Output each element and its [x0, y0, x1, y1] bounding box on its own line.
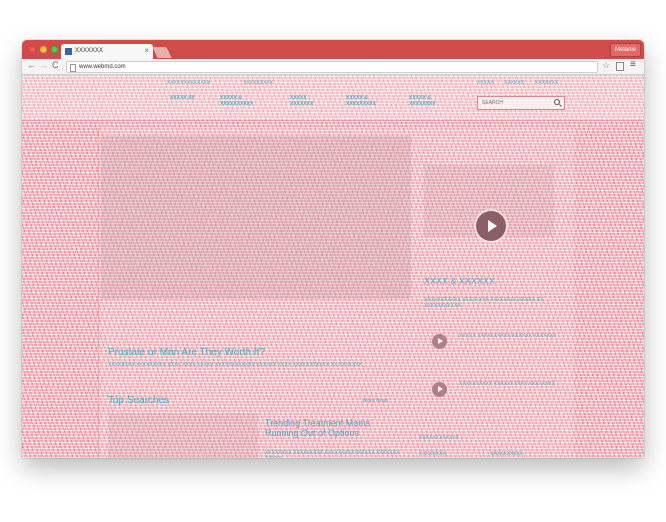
- video-play-icon[interactable]: [432, 382, 447, 397]
- top-link[interactable]: XXXXXXXXXXXXX: [167, 80, 210, 86]
- nav-item[interactable]: XXXXX & XXXXXXXX: [409, 95, 447, 107]
- more-news-link[interactable]: More News: [363, 398, 388, 404]
- page-icon: [70, 64, 76, 72]
- news-subtitle: XXXXXXXX XXXXXXXXX XXXXXXXXXXXXXXX XXXXX…: [265, 450, 400, 458]
- top-searches-list: [108, 413, 258, 458]
- nav-item[interactable]: XXXXX & XXXXXXXXXX: [220, 95, 258, 107]
- nav-item[interactable]: XXXXX XX: [170, 95, 208, 101]
- browser-toolbar: ← → C www.webmd.com ☆ ≡: [22, 59, 644, 75]
- maximize-window-icon[interactable]: [51, 46, 58, 53]
- tab-close-button[interactable]: ×: [144, 46, 149, 55]
- page-content: XXXXXXXXXXXXX XXXXXXXXX XXXXX XXXXXX XXX…: [22, 75, 644, 458]
- hero-headline[interactable]: Prostate or Man Are They Worth It?: [108, 347, 265, 358]
- bookmark-star-icon[interactable]: ☆: [602, 60, 610, 71]
- sidebar-video-item[interactable]: XXXXX XXXXXXXXXX XXXXXX XXXXXXX: [432, 331, 562, 353]
- nav-item[interactable]: XXXXX XXXXXXX: [290, 95, 328, 107]
- search-icon[interactable]: [554, 99, 560, 105]
- top-searches-heading: Top Searches: [108, 395, 170, 406]
- sidebar-item-title[interactable]: XXXXX XXXXXXXXXX XXXXXX XXXXXXX: [459, 333, 564, 339]
- play-icon[interactable]: [476, 211, 506, 241]
- top-link[interactable]: XXXXXXX: [535, 80, 558, 86]
- sidebar-item-title[interactable]: XXXXXXXXXX XXXXXXXXXX XXXXXXXX: [459, 381, 564, 387]
- search-placeholder: SEARCH: [482, 100, 503, 106]
- hero-image[interactable]: [101, 136, 411, 299]
- sidebar-video-item[interactable]: XXXXXXXXXX XXXXXXXXXX XXXXXXXX: [432, 379, 562, 401]
- site-search[interactable]: SEARCH: [477, 96, 565, 110]
- close-window-icon[interactable]: [29, 46, 36, 53]
- browser-window: XXXXXXX × Melanie ← → C www.webmd.com ☆ …: [22, 40, 644, 458]
- footer-link[interactable]: XXXXXXXXXX: [490, 451, 523, 457]
- menu-icon[interactable]: ≡: [630, 59, 636, 70]
- reload-button[interactable]: C: [52, 60, 59, 70]
- hero-description: XXXXXXXX XXXXXXXXX XXXX XXXX XXXXX XXXXX…: [108, 362, 363, 368]
- browser-tab[interactable]: XXXXXXX ×: [61, 44, 153, 59]
- sidebar-heading[interactable]: XXXX & XXXXXX: [424, 276, 495, 286]
- favicon-icon: [65, 48, 72, 55]
- footer-link[interactable]: XXXXXXXX: [419, 451, 446, 457]
- new-tab-button[interactable]: [152, 47, 172, 58]
- site-header: XXXXXXXXXXXXX XXXXXXXXX XXXXX XXXXXX XXX…: [22, 75, 644, 121]
- forward-button[interactable]: →: [39, 60, 48, 70]
- extension-icon[interactable]: [616, 62, 624, 71]
- tab-title: XXXXXXX: [75, 48, 104, 54]
- profile-button[interactable]: Melanie: [609, 43, 641, 57]
- nav-item[interactable]: XXXXX & XXXXXXXXX: [346, 95, 384, 107]
- footer-link[interactable]: XXXXXXXXXXXX: [419, 435, 459, 441]
- minimize-window-icon[interactable]: [40, 46, 47, 53]
- video-play-icon[interactable]: [432, 334, 447, 349]
- back-button[interactable]: ←: [27, 60, 36, 70]
- top-link[interactable]: XXXXXX: [504, 80, 524, 86]
- address-bar-url: www.webmd.com: [79, 64, 126, 70]
- sidebar-description: XXXXXXXXXXX XXXXXXXX XXXXXXXX XXXXX XX X…: [424, 297, 543, 309]
- top-link[interactable]: XXXXX: [477, 80, 494, 86]
- browser-titlebar: XXXXXXX × Melanie: [22, 40, 644, 59]
- news-headline[interactable]: Trending Treatment Moms Running Out of O…: [265, 418, 395, 438]
- top-link[interactable]: XXXXXXXXX: [243, 80, 273, 86]
- address-bar[interactable]: www.webmd.com: [66, 61, 598, 73]
